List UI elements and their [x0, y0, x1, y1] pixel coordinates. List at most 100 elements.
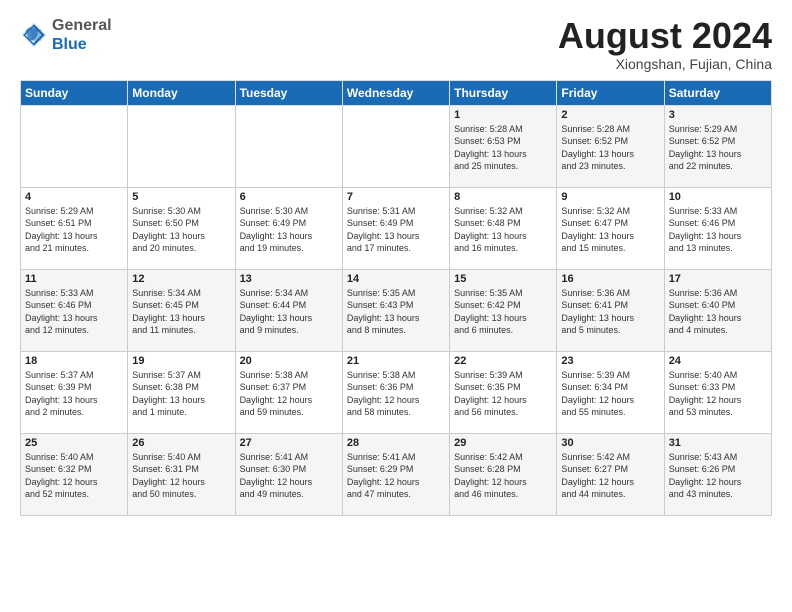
weekday-header-row: Sunday Monday Tuesday Wednesday Thursday…: [21, 80, 772, 105]
calendar-cell: 29Sunrise: 5:42 AMSunset: 6:28 PMDayligh…: [450, 433, 557, 515]
day-info: Sunrise: 5:41 AMSunset: 6:29 PMDaylight:…: [347, 451, 445, 501]
week-row-3: 11 Sunrise: 5:33 AMSunset: 6:46 PMDayligh…: [21, 269, 772, 351]
day-number: 9: [561, 191, 659, 203]
day-number: 11: [25, 273, 123, 285]
calendar-cell: 13 Sunrise: 5:34 AMSunset: 6:44 PMDayligh…: [235, 269, 342, 351]
calendar-cell: 1 Sunrise: 5:28 AMSunset: 6:53 PMDaylight…: [450, 105, 557, 187]
header-friday: Friday: [557, 80, 664, 105]
day-number: 28: [347, 437, 445, 449]
header-thursday: Thursday: [450, 80, 557, 105]
week-row-2: 4Sunrise: 5:29 AMSunset: 6:51 PMDaylight…: [21, 187, 772, 269]
calendar-cell: 2Sunrise: 5:28 AMSunset: 6:52 PMDaylight…: [557, 105, 664, 187]
day-number: 13: [240, 273, 338, 285]
header: General Blue August 2024 Xiongshan, Fuji…: [20, 16, 772, 72]
calendar-cell: 27 Sunrise: 5:41 AMSunset: 6:30 PMDayligh…: [235, 433, 342, 515]
day-info: Sunrise: 5:36 AMSunset: 6:41 PMDaylight:…: [561, 287, 659, 337]
day-number: 21: [347, 355, 445, 367]
day-info: Sunrise: 5:34 AMSunset: 6:45 PMDaylight:…: [132, 287, 230, 337]
calendar-cell: 30Sunrise: 5:42 AMSunset: 6:27 PMDayligh…: [557, 433, 664, 515]
day-number: 24: [669, 355, 767, 367]
day-number: 18: [25, 355, 123, 367]
calendar-cell: [342, 105, 449, 187]
page: General Blue August 2024 Xiongshan, Fuji…: [0, 0, 792, 612]
calendar-cell: 10 Sunrise: 5:33 AMSunset: 6:46 PMDayligh…: [664, 187, 771, 269]
calendar-cell: 15 Sunrise: 5:35 AMSunset: 6:42 PMDayligh…: [450, 269, 557, 351]
day-info: Sunrise: 5:40 AMSunset: 6:31 PMDaylight:…: [132, 451, 230, 501]
day-info: Sunrise: 5:34 AMSunset: 6:44 PMDaylight:…: [240, 287, 338, 337]
week-row-4: 18 Sunrise: 5:37 AMSunset: 6:39 PMDayligh…: [21, 351, 772, 433]
calendar-cell: 28 Sunrise: 5:41 AMSunset: 6:29 PMDayligh…: [342, 433, 449, 515]
day-info: Sunrise: 5:40 AMSunset: 6:32 PMDaylight:…: [25, 451, 123, 501]
calendar-table: Sunday Monday Tuesday Wednesday Thursday…: [20, 80, 772, 516]
day-number: 23: [561, 355, 659, 367]
calendar-cell: 19 Sunrise: 5:37 AMSunset: 6:38 PMDayligh…: [128, 351, 235, 433]
calendar-cell: 20 Sunrise: 5:38 AMSunset: 6:37 PMDayligh…: [235, 351, 342, 433]
day-info: Sunrise: 5:36 AMSunset: 6:40 PMDaylight:…: [669, 287, 767, 337]
calendar-cell: 21 Sunrise: 5:38 AMSunset: 6:36 PMDayligh…: [342, 351, 449, 433]
day-number: 14: [347, 273, 445, 285]
day-info: Sunrise: 5:32 AMSunset: 6:48 PMDaylight:…: [454, 205, 552, 255]
header-tuesday: Tuesday: [235, 80, 342, 105]
day-info: Sunrise: 5:30 AMSunset: 6:49 PMDaylight:…: [240, 205, 338, 255]
day-number: 27: [240, 437, 338, 449]
day-info: Sunrise: 5:35 AMSunset: 6:42 PMDaylight:…: [454, 287, 552, 337]
day-info: Sunrise: 5:29 AMSunset: 6:52 PMDaylight:…: [669, 123, 767, 173]
calendar-cell: 11 Sunrise: 5:33 AMSunset: 6:46 PMDayligh…: [21, 269, 128, 351]
calendar-cell: 24 Sunrise: 5:40 AMSunset: 6:33 PMDayligh…: [664, 351, 771, 433]
day-info: Sunrise: 5:42 AMSunset: 6:27 PMDaylight:…: [561, 451, 659, 501]
calendar-cell: 14 Sunrise: 5:35 AMSunset: 6:43 PMDayligh…: [342, 269, 449, 351]
calendar-cell: 12 Sunrise: 5:34 AMSunset: 6:45 PMDayligh…: [128, 269, 235, 351]
day-number: 12: [132, 273, 230, 285]
day-number: 6: [240, 191, 338, 203]
calendar-cell: 22 Sunrise: 5:39 AMSunset: 6:35 PMDayligh…: [450, 351, 557, 433]
header-wednesday: Wednesday: [342, 80, 449, 105]
day-info: Sunrise: 5:38 AMSunset: 6:37 PMDaylight:…: [240, 369, 338, 419]
logo-icon: [20, 21, 48, 49]
logo-blue-text: Blue: [52, 36, 87, 53]
calendar-cell: 18 Sunrise: 5:37 AMSunset: 6:39 PMDayligh…: [21, 351, 128, 433]
calendar-cell: 8Sunrise: 5:32 AMSunset: 6:48 PMDaylight…: [450, 187, 557, 269]
logo: General Blue: [20, 16, 112, 54]
calendar-cell: [128, 105, 235, 187]
day-number: 10: [669, 191, 767, 203]
header-monday: Monday: [128, 80, 235, 105]
day-info: Sunrise: 5:40 AMSunset: 6:33 PMDaylight:…: [669, 369, 767, 419]
day-number: 31: [669, 437, 767, 449]
day-info: Sunrise: 5:29 AMSunset: 6:51 PMDaylight:…: [25, 205, 123, 255]
calendar-cell: 16 Sunrise: 5:36 AMSunset: 6:41 PMDayligh…: [557, 269, 664, 351]
day-info: Sunrise: 5:30 AMSunset: 6:50 PMDaylight:…: [132, 205, 230, 255]
day-number: 25: [25, 437, 123, 449]
calendar-cell: 17 Sunrise: 5:36 AMSunset: 6:40 PMDayligh…: [664, 269, 771, 351]
calendar-cell: 23Sunrise: 5:39 AMSunset: 6:34 PMDayligh…: [557, 351, 664, 433]
day-number: 22: [454, 355, 552, 367]
day-number: 3: [669, 109, 767, 121]
day-number: 19: [132, 355, 230, 367]
month-title: August 2024: [558, 16, 772, 56]
week-row-5: 25 Sunrise: 5:40 AMSunset: 6:32 PMDayligh…: [21, 433, 772, 515]
day-info: Sunrise: 5:33 AMSunset: 6:46 PMDaylight:…: [669, 205, 767, 255]
day-info: Sunrise: 5:37 AMSunset: 6:38 PMDaylight:…: [132, 369, 230, 419]
day-number: 15: [454, 273, 552, 285]
day-number: 16: [561, 273, 659, 285]
day-number: 26: [132, 437, 230, 449]
day-info: Sunrise: 5:33 AMSunset: 6:46 PMDaylight:…: [25, 287, 123, 337]
day-info: Sunrise: 5:28 AMSunset: 6:53 PMDaylight:…: [454, 123, 552, 173]
day-number: 17: [669, 273, 767, 285]
title-block: August 2024 Xiongshan, Fujian, China: [558, 16, 772, 72]
day-info: Sunrise: 5:35 AMSunset: 6:43 PMDaylight:…: [347, 287, 445, 337]
day-info: Sunrise: 5:38 AMSunset: 6:36 PMDaylight:…: [347, 369, 445, 419]
day-number: 20: [240, 355, 338, 367]
calendar-cell: 5Sunrise: 5:30 AMSunset: 6:50 PMDaylight…: [128, 187, 235, 269]
day-info: Sunrise: 5:42 AMSunset: 6:28 PMDaylight:…: [454, 451, 552, 501]
calendar-cell: 7Sunrise: 5:31 AMSunset: 6:49 PMDaylight…: [342, 187, 449, 269]
logo-general-text: General: [52, 17, 112, 34]
day-info: Sunrise: 5:39 AMSunset: 6:35 PMDaylight:…: [454, 369, 552, 419]
calendar-cell: 3 Sunrise: 5:29 AMSunset: 6:52 PMDaylight…: [664, 105, 771, 187]
day-number: 7: [347, 191, 445, 203]
calendar-cell: [235, 105, 342, 187]
day-info: Sunrise: 5:32 AMSunset: 6:47 PMDaylight:…: [561, 205, 659, 255]
day-number: 1: [454, 109, 552, 121]
day-info: Sunrise: 5:37 AMSunset: 6:39 PMDaylight:…: [25, 369, 123, 419]
header-sunday: Sunday: [21, 80, 128, 105]
day-info: Sunrise: 5:41 AMSunset: 6:30 PMDaylight:…: [240, 451, 338, 501]
